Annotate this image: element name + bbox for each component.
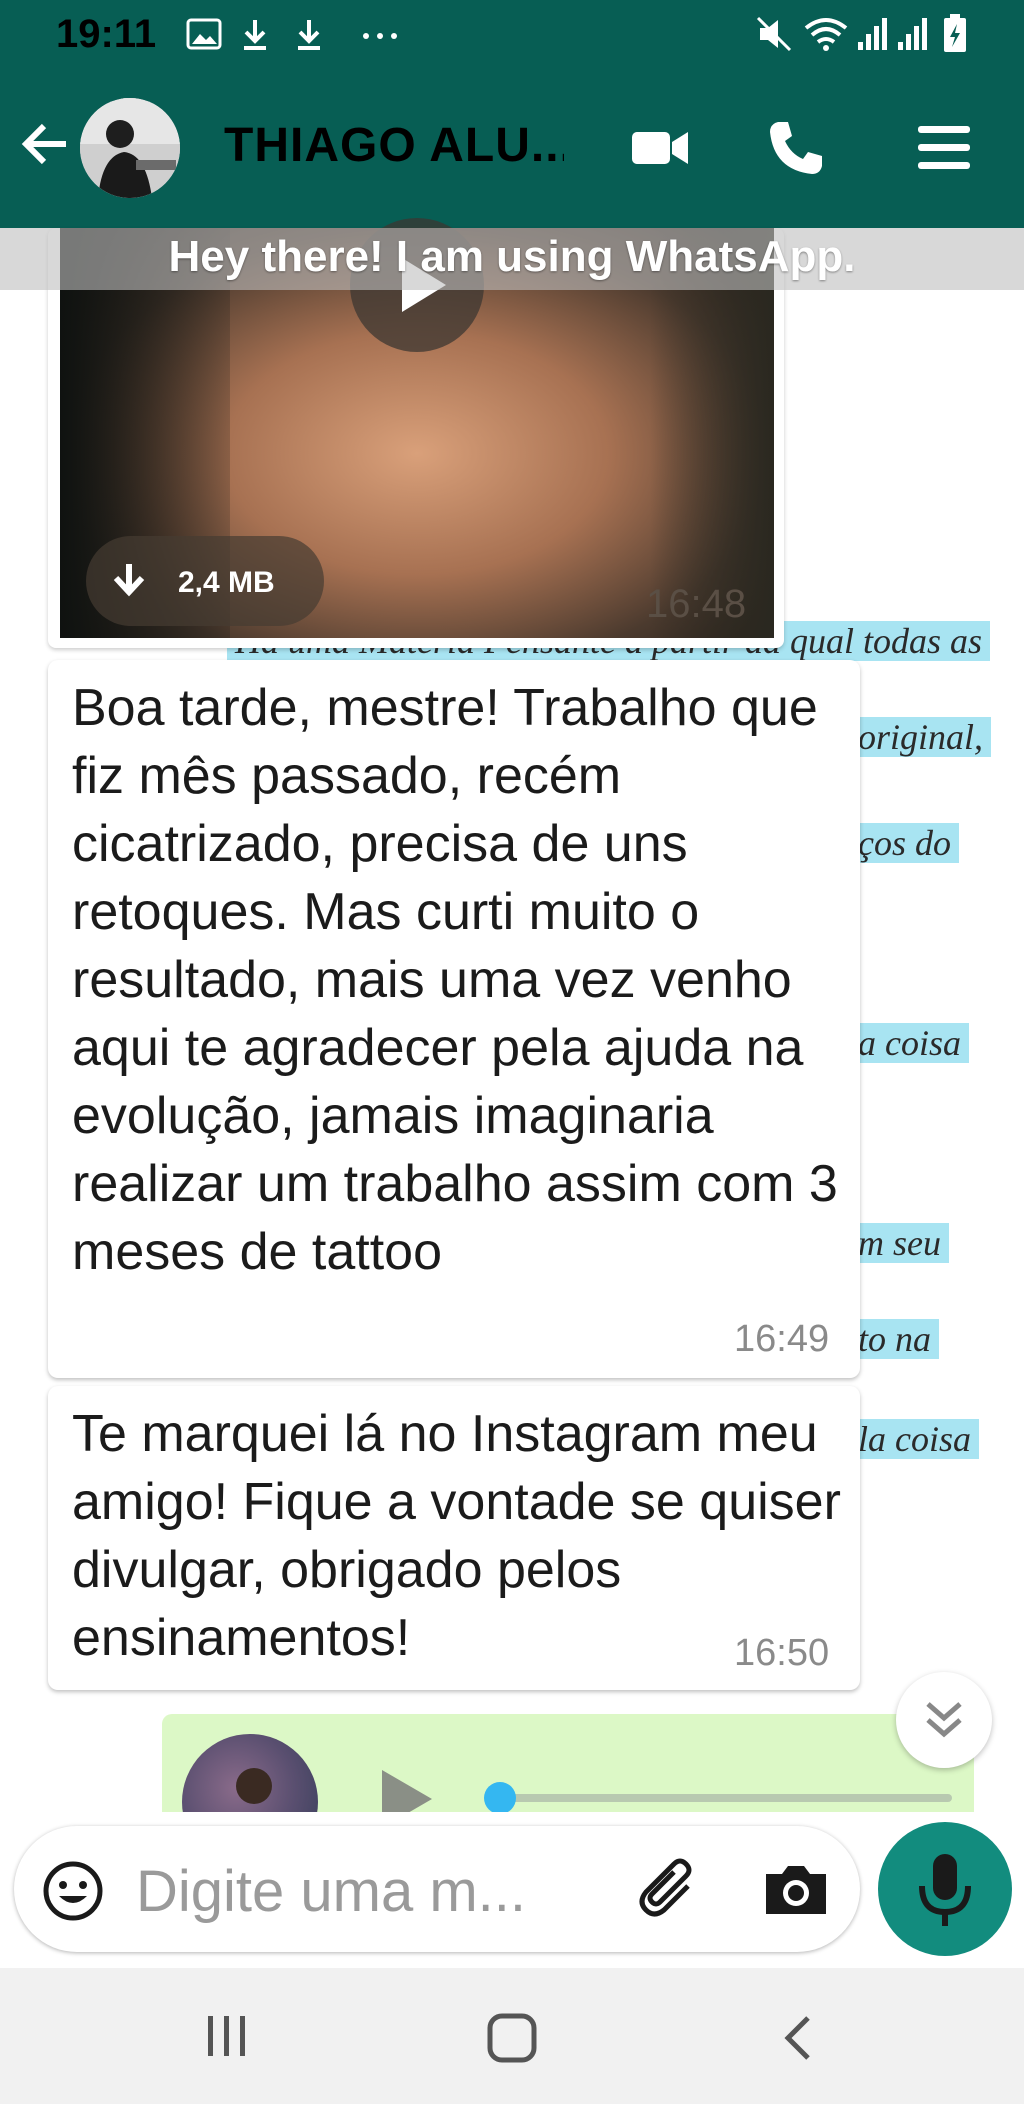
double-chevron-down-icon xyxy=(926,1702,962,1738)
wallpaper-text-line: la coisa xyxy=(850,1419,979,1459)
back-nav-icon[interactable] xyxy=(774,2010,826,2066)
download-status-icon xyxy=(244,20,266,50)
wallpaper-text-line: to na xyxy=(850,1319,940,1359)
contact-status: Hey there! I am using WhatsApp. xyxy=(168,232,856,281)
signal-icon xyxy=(858,18,887,50)
emoji-icon[interactable] xyxy=(40,1858,106,1924)
signal-icon-2 xyxy=(898,18,927,50)
recent-apps-icon[interactable] xyxy=(196,2010,256,2062)
paperclip-icon[interactable] xyxy=(632,1852,708,1928)
more-notifications-icon xyxy=(363,33,397,39)
microphone-button[interactable] xyxy=(878,1822,1012,1956)
video-camera-icon[interactable] xyxy=(624,112,696,184)
wifi-icon xyxy=(804,18,848,51)
wallpaper-text-line: original, xyxy=(850,717,992,757)
audio-progress-track[interactable] xyxy=(494,1794,952,1802)
message-time: 16:49 xyxy=(734,1318,830,1360)
message-text: Boa tarde, mestre! Trabalho que fiz mês … xyxy=(72,679,838,1281)
message-input-placeholder[interactable]: Digite uma m... xyxy=(136,1858,596,1925)
download-icon xyxy=(113,564,145,597)
gallery-icon xyxy=(186,18,222,50)
scroll-to-bottom-button[interactable] xyxy=(896,1672,992,1768)
microphone-icon xyxy=(919,1854,971,1926)
wallpaper-text-line: a coisa xyxy=(850,1023,969,1063)
mute-icon xyxy=(756,16,792,52)
message-time: 16:48 xyxy=(646,582,747,626)
wallpaper-text-line: m seu xyxy=(850,1223,949,1263)
audio-progress-handle[interactable] xyxy=(484,1782,516,1814)
video-file-size: 2,4 MB xyxy=(178,566,275,599)
phone-icon[interactable] xyxy=(760,112,832,184)
home-icon[interactable] xyxy=(484,2010,540,2066)
download-status-icon-2 xyxy=(298,20,320,50)
contact-name[interactable]: THIAGO ALU... xyxy=(224,118,564,173)
menu-icon[interactable] xyxy=(908,112,980,184)
camera-icon[interactable] xyxy=(758,1852,834,1928)
battery-icon xyxy=(944,14,966,52)
status-time: 19:11 xyxy=(56,12,157,56)
message-time: 16:50 xyxy=(734,1632,830,1674)
avatar[interactable] xyxy=(80,98,180,198)
arrow-left-icon[interactable] xyxy=(18,116,74,172)
wallpaper-text-line: ços do xyxy=(850,823,959,863)
